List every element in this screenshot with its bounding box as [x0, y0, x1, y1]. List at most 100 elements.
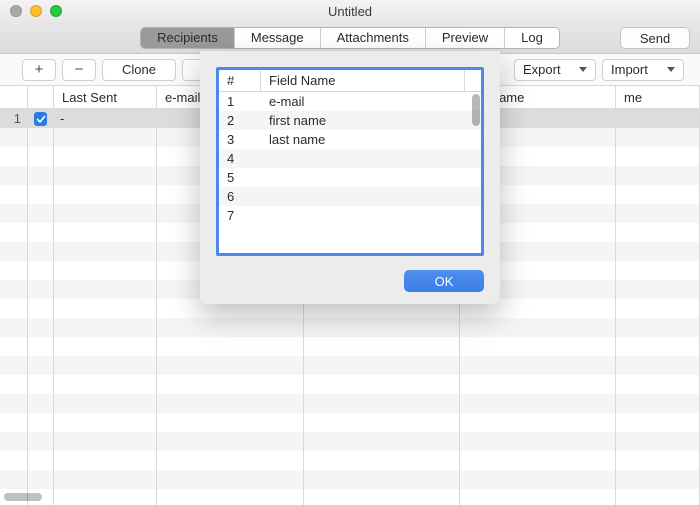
- row-email: [157, 375, 304, 394]
- table-row[interactable]: [0, 394, 700, 413]
- tab-log[interactable]: Log: [505, 28, 559, 48]
- row-last-sent: [54, 470, 157, 489]
- row-last-sent: [54, 356, 157, 375]
- row-title: [616, 280, 700, 299]
- table-row[interactable]: [0, 318, 700, 337]
- row-checkbox-cell: [28, 375, 54, 394]
- import-combo[interactable]: Import: [602, 59, 684, 81]
- table-row[interactable]: [0, 451, 700, 470]
- table-row[interactable]: [0, 432, 700, 451]
- row-last-sent: [54, 375, 157, 394]
- field-row[interactable]: 3last name: [219, 130, 481, 149]
- row-email: [157, 337, 304, 356]
- row-checkbox-cell: [28, 128, 54, 147]
- zoom-window-icon[interactable]: [50, 5, 62, 17]
- row-last-name: [460, 432, 616, 451]
- close-window-icon[interactable]: [10, 5, 22, 17]
- row-index: [0, 280, 28, 299]
- fields-scroll-gutter: [465, 70, 481, 91]
- chevron-down-icon: [579, 67, 587, 72]
- row-checkbox-cell: [28, 261, 54, 280]
- row-last-sent: [54, 489, 157, 505]
- field-index: 6: [219, 187, 261, 206]
- row-checkbox-cell: [28, 470, 54, 489]
- field-name: [261, 187, 481, 206]
- field-row[interactable]: 7: [219, 206, 481, 225]
- row-index: [0, 185, 28, 204]
- import-label: Import: [611, 62, 648, 77]
- tab-attachments[interactable]: Attachments: [321, 28, 426, 48]
- row-index: [0, 318, 28, 337]
- row-checkbox-cell: [28, 337, 54, 356]
- fields-col-name[interactable]: Field Name: [261, 70, 465, 91]
- send-button[interactable]: Send: [620, 27, 690, 49]
- row-index: [0, 166, 28, 185]
- row-checkbox-cell: [28, 394, 54, 413]
- mail-merge-window: Untitled Recipients Message Attachments …: [0, 0, 700, 505]
- col-last-sent[interactable]: Last Sent: [54, 86, 157, 108]
- field-row[interactable]: 1e-mail: [219, 92, 481, 111]
- field-name: [261, 206, 481, 225]
- send-label: Send: [640, 31, 670, 46]
- vertical-scrollbar-thumb[interactable]: [472, 94, 480, 126]
- row-email: [157, 394, 304, 413]
- export-combo[interactable]: Export: [514, 59, 596, 81]
- minimize-window-icon[interactable]: [30, 5, 42, 17]
- row-last-name: [460, 375, 616, 394]
- tab-preview[interactable]: Preview: [426, 28, 505, 48]
- row-last-sent: [54, 223, 157, 242]
- row-last-name: [460, 356, 616, 375]
- row-email: [157, 470, 304, 489]
- field-row[interactable]: 5: [219, 168, 481, 187]
- table-row[interactable]: [0, 413, 700, 432]
- horizontal-scrollbar-thumb[interactable]: [4, 493, 42, 501]
- row-last-sent: [54, 166, 157, 185]
- add-recipient-button[interactable]: +: [22, 59, 56, 81]
- table-row[interactable]: [0, 375, 700, 394]
- field-row[interactable]: 4: [219, 149, 481, 168]
- row-index: [0, 128, 28, 147]
- fields-col-index[interactable]: #: [219, 70, 261, 91]
- row-first-name: [304, 489, 460, 505]
- field-name: [261, 149, 481, 168]
- tab-message[interactable]: Message: [235, 28, 321, 48]
- tab-recipients[interactable]: Recipients: [141, 28, 235, 48]
- row-title: [616, 242, 700, 261]
- row-last-sent: [54, 280, 157, 299]
- chevron-down-icon: [667, 67, 675, 72]
- col-index[interactable]: [0, 86, 28, 108]
- clone-button[interactable]: Clone: [102, 59, 176, 81]
- row-title: [616, 394, 700, 413]
- row-checkbox-cell: [28, 318, 54, 337]
- table-row[interactable]: [0, 337, 700, 356]
- row-last-sent: [54, 318, 157, 337]
- row-title: [616, 147, 700, 166]
- col-title[interactable]: me: [616, 86, 700, 108]
- field-row[interactable]: 2first name: [219, 111, 481, 130]
- row-last-sent: [54, 432, 157, 451]
- ok-button[interactable]: OK: [404, 270, 484, 292]
- field-name: last name: [261, 130, 481, 149]
- row-last-sent: -: [54, 109, 157, 128]
- checkbox-checked-icon[interactable]: [34, 112, 47, 126]
- table-row[interactable]: [0, 356, 700, 375]
- export-label: Export: [523, 62, 561, 77]
- row-last-sent: [54, 451, 157, 470]
- row-checkbox-cell: [28, 242, 54, 261]
- table-row[interactable]: [0, 489, 700, 505]
- row-title: [616, 261, 700, 280]
- row-checkbox-cell: [28, 413, 54, 432]
- row-index: [0, 470, 28, 489]
- clone-label: Clone: [122, 62, 156, 77]
- table-row[interactable]: [0, 470, 700, 489]
- row-title: [616, 166, 700, 185]
- row-email: [157, 451, 304, 470]
- row-index: [0, 147, 28, 166]
- field-row[interactable]: 6: [219, 187, 481, 206]
- row-checkbox-cell: [28, 109, 54, 128]
- vertical-scrollbar[interactable]: [471, 92, 481, 253]
- col-checkbox[interactable]: [28, 86, 54, 108]
- row-last-name: [460, 451, 616, 470]
- remove-recipient-button[interactable]: −: [62, 59, 96, 81]
- row-title: [616, 356, 700, 375]
